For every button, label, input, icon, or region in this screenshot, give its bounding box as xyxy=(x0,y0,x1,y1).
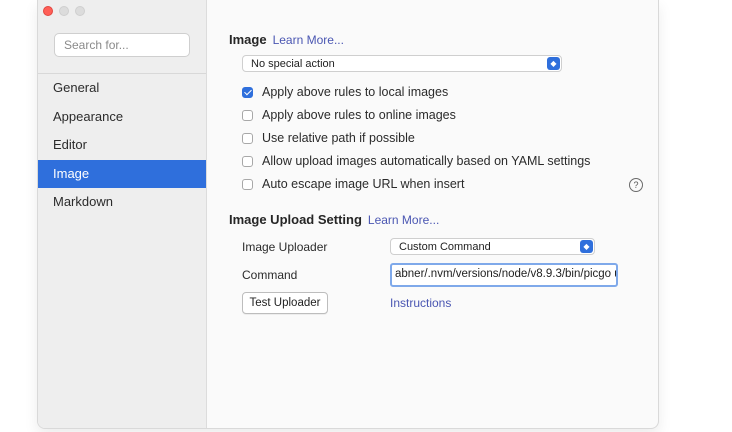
close-window-button[interactable] xyxy=(43,6,53,16)
help-icon[interactable]: ? xyxy=(629,178,643,192)
test-uploader-button[interactable]: Test Uploader xyxy=(242,292,328,314)
uploader-select-value: Custom Command xyxy=(399,241,491,253)
preferences-window: Search for... General Appearance Editor … xyxy=(37,0,659,429)
checkbox-icon[interactable] xyxy=(242,178,253,190)
checkbox-checked-icon[interactable] xyxy=(242,86,253,98)
settings-panel: Image Learn More... No special action ◆ A… xyxy=(207,0,658,428)
image-section-heading: Image Learn More... xyxy=(229,32,344,47)
window-controls xyxy=(43,6,85,16)
option-label: Apply above rules to local images xyxy=(262,85,449,99)
image-action-select[interactable]: No special action ◆ xyxy=(242,55,562,72)
sidebar-item-editor[interactable]: Editor xyxy=(38,131,206,160)
checkbox-icon[interactable] xyxy=(242,155,253,167)
checkbox-icon[interactable] xyxy=(242,132,253,144)
option-yaml-upload[interactable]: Allow upload images automatically based … xyxy=(242,152,590,170)
option-auto-escape[interactable]: Auto escape image URL when insert xyxy=(242,175,464,193)
checkbox-icon[interactable] xyxy=(242,109,253,121)
sidebar-nav: General Appearance Editor Image Markdown xyxy=(38,74,206,217)
command-input[interactable]: abner/.nvm/versions/node/v8.9.3/bin/picg… xyxy=(390,263,618,287)
uploader-select[interactable]: Custom Command ◆ xyxy=(390,238,595,255)
option-online-images[interactable]: Apply above rules to online images xyxy=(242,106,456,124)
upload-section-heading: Image Upload Setting Learn More... xyxy=(229,212,439,227)
select-chevron-icon: ◆ xyxy=(580,240,593,253)
upload-section-title: Image Upload Setting xyxy=(229,212,362,227)
option-label: Apply above rules to online images xyxy=(262,108,456,122)
uploader-label: Image Uploader xyxy=(242,240,328,254)
option-label: Use relative path if possible xyxy=(262,131,415,145)
option-relative-path[interactable]: Use relative path if possible xyxy=(242,129,415,147)
option-local-images[interactable]: Apply above rules to local images xyxy=(242,83,448,101)
option-label: Auto escape image URL when insert xyxy=(262,177,465,191)
image-section-title: Image xyxy=(229,32,267,47)
sidebar-item-image[interactable]: Image xyxy=(38,159,206,188)
upload-learn-more-link[interactable]: Learn More... xyxy=(368,213,439,227)
instructions-link[interactable]: Instructions xyxy=(390,296,451,310)
image-learn-more-link[interactable]: Learn More... xyxy=(273,33,344,47)
command-label: Command xyxy=(242,268,298,282)
sidebar-item-markdown[interactable]: Markdown xyxy=(38,188,206,217)
option-label: Allow upload images automatically based … xyxy=(262,154,591,168)
minimize-window-button[interactable] xyxy=(59,6,69,16)
search-input[interactable]: Search for... xyxy=(54,33,190,57)
select-chevron-icon: ◆ xyxy=(547,57,560,70)
sidebar-item-general[interactable]: General xyxy=(38,74,206,103)
zoom-window-button[interactable] xyxy=(75,6,85,16)
sidebar-item-appearance[interactable]: Appearance xyxy=(38,103,206,132)
image-action-select-value: No special action xyxy=(251,58,335,70)
sidebar: Search for... General Appearance Editor … xyxy=(38,0,207,428)
